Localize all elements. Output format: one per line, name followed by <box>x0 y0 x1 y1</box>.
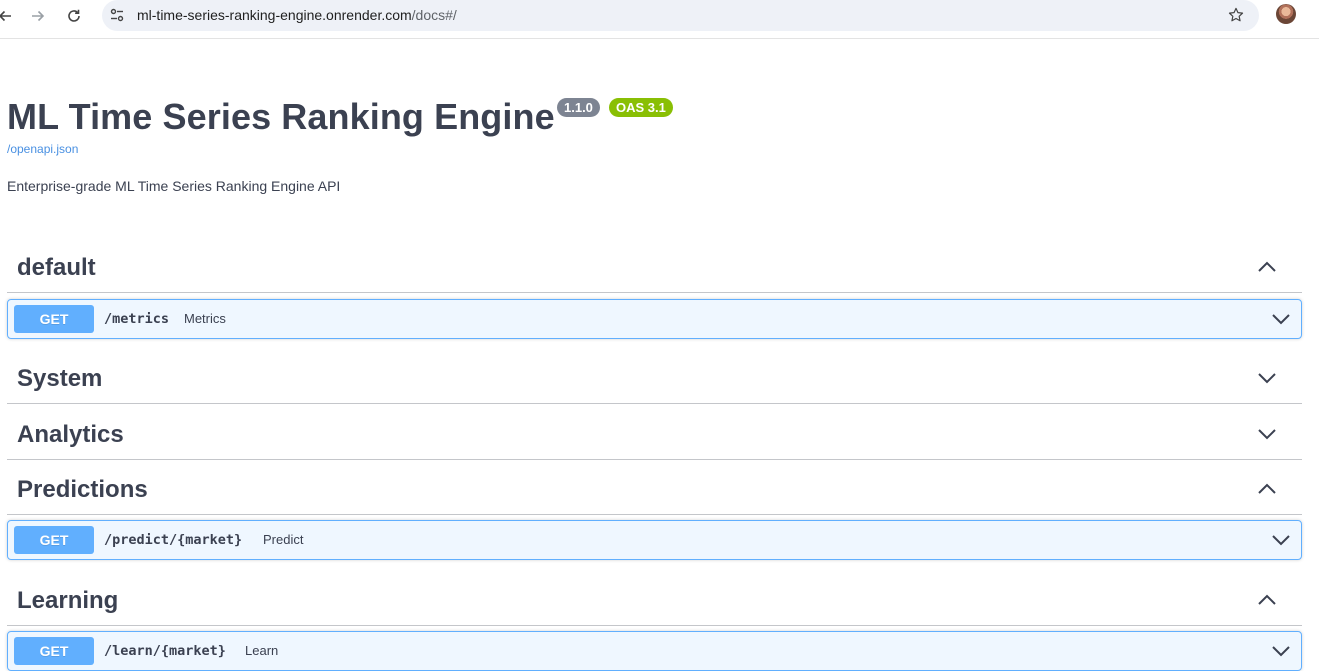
operation-get-metrics[interactable]: GET /metrics Metrics <box>7 299 1302 339</box>
tag-name: Analytics <box>17 421 124 448</box>
avatar[interactable] <box>1276 4 1296 24</box>
arrow-left-icon <box>0 10 11 22</box>
version-badge: 1.1.0 <box>557 98 600 117</box>
chevron-down-icon <box>1272 535 1290 546</box>
operation-summary: Metrics <box>184 311 226 326</box>
tag-name: default <box>17 254 96 281</box>
browser-toolbar: ml-time-series-ranking-engine.onrender.c… <box>0 0 1319 39</box>
tag-system[interactable]: System <box>7 349 1302 404</box>
api-description: Enterprise-grade ML Time Series Ranking … <box>7 178 341 194</box>
method-badge: GET <box>14 305 94 333</box>
tag-analytics[interactable]: Analytics <box>7 405 1302 460</box>
tune-icon[interactable] <box>109 7 125 23</box>
tag-name: Learning <box>17 587 119 614</box>
operation-path: /predict/{market} <box>104 532 243 548</box>
operation-get-predict-market[interactable]: GET /predict/{market} Predict <box>7 520 1302 560</box>
url-path: /docs#/ <box>411 7 457 23</box>
chevron-down-icon <box>1272 646 1290 657</box>
url-host: ml-time-series-ranking-engine.onrender.c… <box>137 7 412 23</box>
operation-summary: Predict <box>263 532 304 547</box>
arrow-right-icon <box>32 10 45 22</box>
forward-button[interactable] <box>25 3 51 29</box>
operation-get-learn-market[interactable]: GET /learn/{market} Learn <box>7 631 1302 671</box>
back-button[interactable] <box>0 3 18 29</box>
chevron-up-icon <box>1258 594 1276 605</box>
tag-name: Predictions <box>17 476 148 503</box>
method-badge: GET <box>14 637 94 665</box>
address-bar[interactable]: ml-time-series-ranking-engine.onrender.c… <box>102 0 1259 31</box>
openapi-json-link[interactable]: /openapi.json <box>7 142 78 156</box>
chevron-down-icon <box>1272 314 1290 325</box>
page-title: ML Time Series Ranking Engine <box>7 96 555 137</box>
operation-summary: Learn <box>245 643 279 658</box>
tag-learning[interactable]: Learning <box>7 571 1302 626</box>
operation-path: /learn/{market} <box>104 643 226 659</box>
operation-path: /metrics <box>104 311 170 327</box>
chevron-down-icon <box>1258 429 1276 440</box>
tag-name: System <box>17 365 103 392</box>
method-badge: GET <box>14 526 94 554</box>
chevron-up-icon <box>1258 261 1276 272</box>
reload-button[interactable] <box>61 3 87 29</box>
oas-badge: OAS 3.1 <box>609 98 673 117</box>
tag-default[interactable]: default <box>7 238 1302 293</box>
url-text[interactable]: ml-time-series-ranking-engine.onrender.c… <box>137 7 457 23</box>
reload-icon <box>68 9 80 22</box>
chevron-down-icon <box>1258 373 1276 384</box>
star-icon[interactable] <box>1227 6 1245 24</box>
chevron-up-icon <box>1258 483 1276 494</box>
tag-predictions[interactable]: Predictions <box>7 460 1302 515</box>
